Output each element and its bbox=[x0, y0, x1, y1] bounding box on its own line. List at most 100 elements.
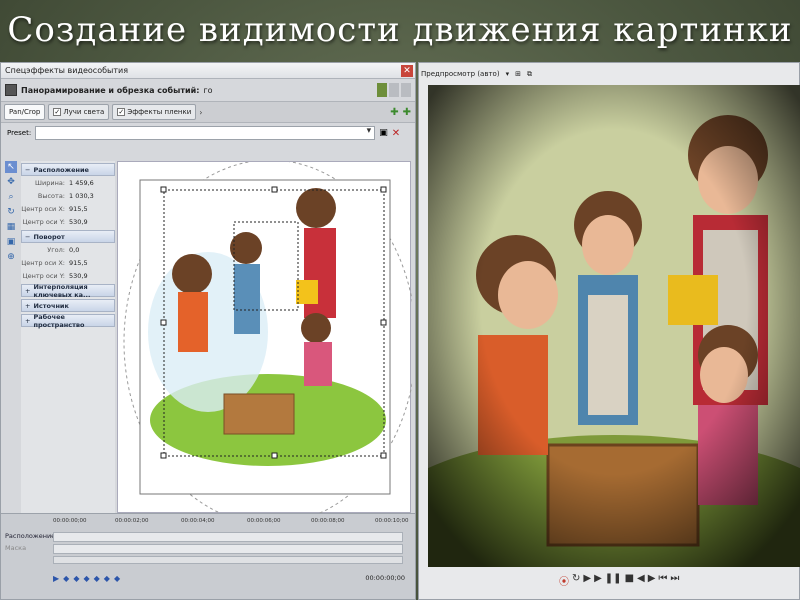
section-rotation[interactable]: − Поворот bbox=[21, 230, 115, 243]
move-tool-icon[interactable]: ✥ bbox=[5, 176, 17, 188]
stop-icon[interactable]: ■ bbox=[625, 573, 634, 588]
go-to-end-icon[interactable]: ⏭ bbox=[670, 573, 679, 588]
prop-value[interactable]: 1 030,3 bbox=[69, 192, 94, 200]
pause-icon[interactable]: ❚❚ bbox=[605, 573, 622, 588]
preview-frame bbox=[428, 85, 800, 567]
loop-icon[interactable]: ↻ bbox=[572, 573, 580, 588]
pan-label: Панорамирование и обрезка событий: bbox=[21, 85, 200, 95]
section-source[interactable]: + Источник bbox=[21, 299, 115, 312]
prop-key: Центр оси Y: bbox=[22, 217, 65, 226]
checkbox-icon[interactable]: ✓ bbox=[117, 108, 126, 116]
next-keyframe-icon[interactable]: ◆ bbox=[94, 574, 100, 583]
preset-row: Preset: ▣ ✕ bbox=[1, 123, 415, 143]
crop-handle[interactable] bbox=[380, 452, 387, 459]
chevron-down-icon[interactable]: ▾ bbox=[506, 70, 510, 78]
section-interpolation[interactable]: + Интерполяция ключевых ка... bbox=[21, 283, 115, 299]
prev-keyframe-icon[interactable]: ◆ bbox=[73, 574, 79, 583]
prop-value[interactable]: 530,9 bbox=[69, 218, 88, 226]
zoom-tool-icon[interactable]: ⌕ bbox=[5, 191, 17, 203]
prop-value[interactable]: 1 459,6 bbox=[69, 179, 94, 187]
tick-label: 00:00:00;00 bbox=[53, 518, 87, 524]
tab-pan-crop[interactable]: Pan/Crop bbox=[4, 104, 46, 120]
next-frame-icon[interactable]: ▶ bbox=[648, 573, 656, 588]
collapse-icon[interactable]: − bbox=[25, 166, 30, 174]
tab-light-rays[interactable]: ✓ Лучи света bbox=[48, 104, 110, 120]
normal-edit-tool-icon[interactable]: ↖ bbox=[5, 161, 17, 173]
section-label: Расположение bbox=[33, 165, 89, 174]
copy-snapshot-icon[interactable]: ⧉ bbox=[527, 70, 532, 79]
crop-handle[interactable] bbox=[271, 186, 278, 193]
tab-label: Pan/Crop bbox=[9, 108, 41, 116]
film-icon bbox=[5, 84, 17, 96]
prop-row[interactable]: Центр оси Y: 530,9 bbox=[21, 215, 115, 228]
crop-handle[interactable] bbox=[160, 452, 167, 459]
preview-mode-select[interactable]: Предпросмотр (авто) bbox=[421, 70, 500, 78]
rotate-tool-icon[interactable]: ↻ bbox=[5, 206, 17, 218]
prop-key: Ширина: bbox=[35, 178, 65, 187]
section-workspace[interactable]: + Рабочее пространство bbox=[21, 313, 115, 329]
timeline-scrollbar[interactable] bbox=[53, 556, 403, 564]
go-to-start-icon[interactable]: ⏮ bbox=[658, 573, 667, 588]
delete-keyframe-icon[interactable]: ◆ bbox=[114, 574, 120, 583]
expand-icon[interactable]: + bbox=[25, 287, 30, 295]
checkbox-icon[interactable]: ✓ bbox=[53, 108, 62, 116]
crop-handle[interactable] bbox=[380, 186, 387, 193]
save-preset-icon[interactable]: ▣ bbox=[379, 128, 388, 138]
preset-select[interactable] bbox=[35, 126, 376, 140]
lock-aspect-icon[interactable]: ▣ bbox=[5, 236, 17, 248]
sync-cursor-icon[interactable]: ▶ bbox=[53, 574, 59, 583]
list-view-icon[interactable] bbox=[389, 83, 399, 97]
prop-row[interactable]: Центр оси Y: 530,9 bbox=[21, 269, 115, 282]
close-icon[interactable]: ✕ bbox=[401, 64, 413, 77]
delete-preset-icon[interactable]: ✕ bbox=[392, 128, 400, 139]
properties-panel: − Расположение Ширина: 1 459,6 Высота: 1 0… bbox=[21, 161, 115, 513]
last-keyframe-icon[interactable]: ◆ bbox=[104, 574, 110, 583]
expand-icon[interactable]: + bbox=[25, 302, 30, 310]
add-keyframe-icon[interactable]: ◆ bbox=[83, 574, 89, 583]
tab-film-effects[interactable]: ✓ Эффекты пленки bbox=[112, 104, 197, 120]
prop-row[interactable]: Центр оси X: 915,5 bbox=[21, 256, 115, 269]
prop-key: Центр оси X: bbox=[21, 258, 65, 267]
position-track[interactable] bbox=[53, 532, 403, 542]
record-icon[interactable]: ⦿ bbox=[559, 573, 569, 588]
crop-handle[interactable] bbox=[271, 452, 278, 459]
preview-toolbar: Предпросмотр (авто) ▾ ⊞ ⧉ bbox=[419, 63, 799, 85]
crop-handle[interactable] bbox=[380, 319, 387, 326]
prop-key: Высота: bbox=[37, 191, 65, 200]
tool-column: ↖ ✥ ⌕ ↻ ▦ ▣ ⊕ bbox=[5, 161, 19, 513]
crop-handle[interactable] bbox=[160, 319, 167, 326]
chevron-right-icon[interactable]: › bbox=[199, 108, 202, 117]
prop-key: Центр оси Y: bbox=[22, 271, 65, 280]
play-from-start-icon[interactable]: ▶ bbox=[583, 573, 591, 588]
video-preview-window: Предпросмотр (авто) ▾ ⊞ ⧉ ⦿ ↻ ▶ ▶ ❚❚ ■ ◀… bbox=[418, 62, 800, 600]
prop-value[interactable]: 0,0 bbox=[69, 246, 79, 254]
remove-plugin-icon[interactable]: ✚ bbox=[403, 107, 411, 118]
split-view-icon[interactable]: ⊞ bbox=[515, 70, 521, 78]
crop-handle[interactable] bbox=[160, 186, 167, 193]
view-mode-icon[interactable] bbox=[377, 83, 387, 97]
prev-frame-icon[interactable]: ◀ bbox=[637, 573, 645, 588]
mask-track[interactable] bbox=[53, 544, 403, 554]
center-icon[interactable]: ⊕ bbox=[5, 251, 17, 263]
play-icon[interactable]: ▶ bbox=[594, 573, 602, 588]
pan-crop-canvas[interactable] bbox=[117, 161, 412, 514]
snap-grid-icon[interactable]: ▦ bbox=[5, 221, 17, 233]
prop-row[interactable]: Ширина: 1 459,6 bbox=[21, 176, 115, 189]
prop-value[interactable]: 915,5 bbox=[69, 259, 88, 267]
prop-value[interactable]: 915,5 bbox=[69, 205, 88, 213]
expand-icon[interactable]: + bbox=[25, 317, 30, 325]
grid-view-icon[interactable] bbox=[401, 83, 411, 97]
pan-crop-workspace: ↖ ✥ ⌕ ↻ ▦ ▣ ⊕ − Расположение Ширина: 1 45… bbox=[1, 161, 415, 514]
canvas-drawing bbox=[123, 162, 412, 514]
add-plugin-icon[interactable]: ✚ bbox=[390, 107, 398, 118]
first-keyframe-icon[interactable]: ◆ bbox=[63, 574, 69, 583]
section-position[interactable]: − Расположение bbox=[21, 163, 115, 176]
prop-row[interactable]: Высота: 1 030,3 bbox=[21, 189, 115, 202]
pan-value: го bbox=[203, 85, 213, 95]
prop-value[interactable]: 530,9 bbox=[69, 272, 88, 280]
prop-row[interactable]: Центр оси X: 915,5 bbox=[21, 202, 115, 215]
collapse-icon[interactable]: − bbox=[25, 233, 30, 241]
fx-tabs: Pan/Crop ✓ Лучи света ✓ Эффекты пленки ›… bbox=[1, 101, 415, 123]
tick-label: 00:00:08;00 bbox=[311, 518, 345, 524]
prop-row[interactable]: Угол: 0,0 bbox=[21, 243, 115, 256]
